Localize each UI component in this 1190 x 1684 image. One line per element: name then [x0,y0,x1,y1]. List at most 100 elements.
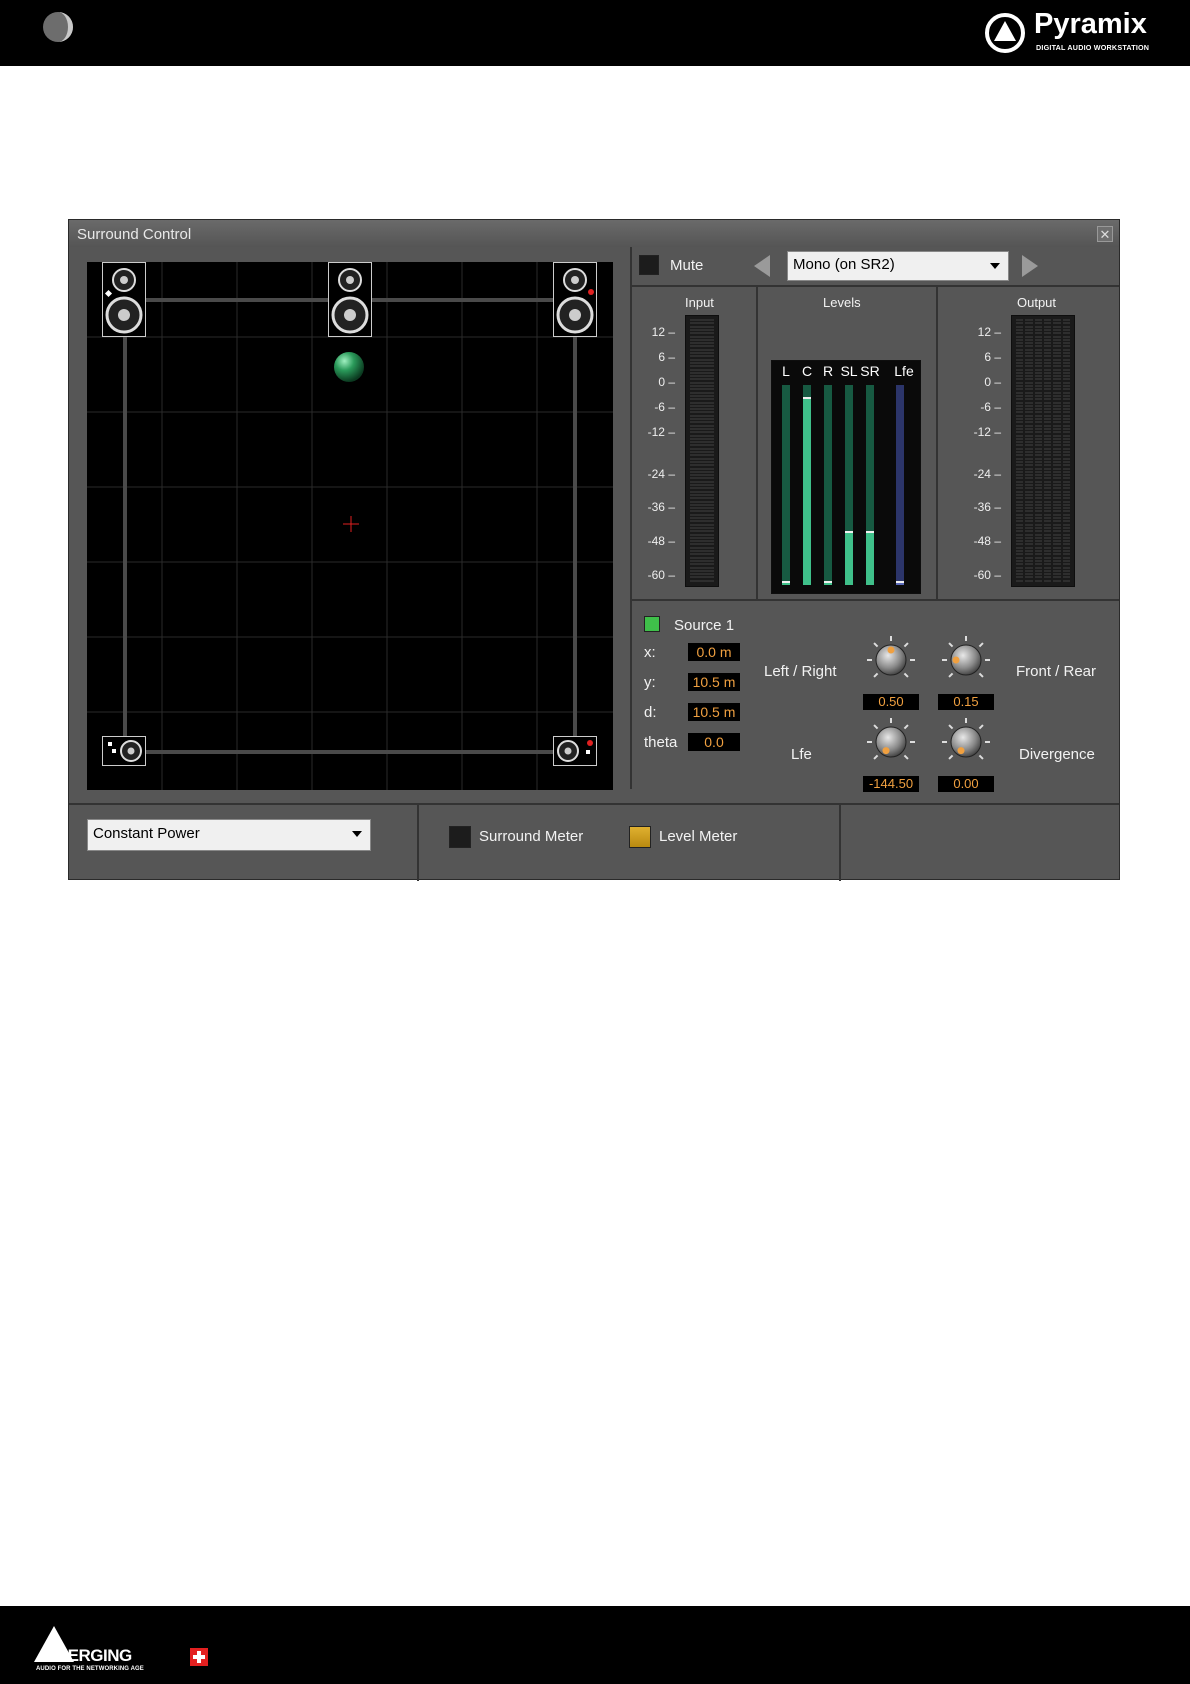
output-db-tick: -12 – [973,425,1001,439]
speaker-icon [557,740,593,762]
theta-label: theta [644,734,678,751]
merging-tagline: AUDIO FOR THE NETWORKING AGE [36,1666,144,1672]
knob-icon [942,636,990,678]
pyramix-logo: Pyramix DIGITAL AUDIO WORKSTATION [984,8,1172,54]
input-db-tick: -12 – [647,425,675,439]
channel-label: C [801,363,813,379]
input-db-tick: 0 – [658,375,675,389]
panning-law-select[interactable]: Constant Power [87,819,371,851]
speaker-icon [556,268,594,334]
window-title: Surround Control [77,226,192,243]
channel-level-bar [845,385,853,585]
prev-arrow-icon[interactable] [752,253,772,279]
channel-level-bar [824,385,832,585]
window-titlebar[interactable]: Surround Control ✕ [69,220,1119,247]
level-meter-label: Level Meter [659,828,738,845]
output-db-tick: -24 – [973,467,1001,481]
speaker-icon [108,740,142,762]
d-label: d: [644,704,657,721]
input-meter [685,315,719,587]
input-db-tick: -24 – [647,467,675,481]
lfe-knob[interactable] [866,717,916,767]
mute-toggle[interactable] [639,255,659,275]
input-db-tick: -60 – [647,568,675,582]
lfe-label: Lfe [791,746,812,763]
brand-tagline: DIGITAL AUDIO WORKSTATION [1036,43,1150,52]
moon-icon [43,12,73,42]
source-ball[interactable] [334,352,364,382]
source-label: Source 1 [674,617,735,634]
input-db-tick: -36 – [647,500,675,514]
output-meter [1011,315,1075,587]
input-db-tick: -6 – [654,400,675,414]
chevron-down-icon [352,831,362,837]
y-value-field[interactable]: 10.5 m [688,673,740,691]
level-meter-toggle[interactable] [629,826,651,848]
theta-value-field[interactable]: 0.0 [688,733,740,751]
speaker-surround-right[interactable] [553,736,597,766]
close-button[interactable]: ✕ [1097,226,1113,242]
divergence-label: Divergence [1019,746,1095,763]
channel-level-bar [803,385,811,585]
divergence-knob[interactable] [941,717,991,767]
surround-control-window: Surround Control ✕ Mute Mono (on SR2) In… [68,219,1120,881]
source-select[interactable]: Mono (on SR2) [787,251,1009,281]
front-rear-value[interactable]: 0.15 [938,694,994,710]
channel-label: Lfe [894,363,914,379]
channel-level-bar [782,385,790,585]
divergence-value[interactable]: 0.00 [938,776,994,792]
output-db-tick: 6 – [984,350,1001,364]
d-value-field[interactable]: 10.5 m [688,703,740,721]
source-select-value: Mono (on SR2) [793,256,895,273]
knob-icon [867,636,915,678]
speaker-front-right[interactable] [553,262,597,337]
speaker-surround-left[interactable] [102,736,146,766]
levels-meter: L C R SL SR Lfe [771,360,921,594]
levels-label: Levels [823,295,861,310]
output-db-tick: 12 – [977,325,1001,339]
knob-icon [942,718,990,760]
output-db-tick: -36 – [973,500,1001,514]
output-db-tick: -6 – [980,400,1001,414]
pyramid-icon [985,13,1025,53]
brand-name: Pyramix [1034,8,1147,40]
x-label: x: [644,644,656,661]
input-db-tick: -48 – [647,534,675,548]
knob-icon [867,718,915,760]
source-active-led[interactable] [644,616,660,632]
speaker-center[interactable] [328,262,372,337]
left-right-value[interactable]: 0.50 [863,694,919,710]
panner-grid [87,262,613,790]
lfe-value[interactable]: -144.50 [863,776,919,792]
input-db-tick: 6 – [658,350,675,364]
left-right-label: Left / Right [764,663,837,680]
input-db-tick: 12 – [651,325,675,339]
speaker-front-left[interactable] [102,262,146,337]
surround-meter-toggle[interactable] [449,826,471,848]
chevron-down-icon [990,263,1000,269]
output-db-tick: 0 – [984,375,1001,389]
left-right-knob[interactable] [866,635,916,685]
channel-level-bar [866,385,874,585]
merging-name: MERGING [54,1646,132,1665]
mute-label: Mute [670,257,704,274]
front-rear-label: Front / Rear [1016,663,1097,680]
front-rear-knob[interactable] [941,635,991,685]
swiss-cross-icon [190,1648,208,1666]
channel-label: R [822,363,834,379]
output-db-tick: -48 – [973,534,1001,548]
channel-label: SL [840,363,858,379]
next-arrow-icon[interactable] [1020,253,1040,279]
surround-meter-label: Surround Meter [479,828,584,845]
merging-logo: MERGING AUDIO FOR THE NETWORKING AGE [34,1624,224,1674]
input-label: Input [685,295,714,310]
y-label: y: [644,674,656,691]
channel-label: SR [860,363,880,379]
panning-law-value: Constant Power [93,825,200,842]
speaker-icon [331,268,369,334]
surround-panner-field[interactable] [87,262,613,790]
x-value-field[interactable]: 0.0 m [688,643,740,661]
channel-level-bar [896,385,904,585]
output-db-tick: -60 – [973,568,1001,582]
speaker-icon [104,268,143,334]
